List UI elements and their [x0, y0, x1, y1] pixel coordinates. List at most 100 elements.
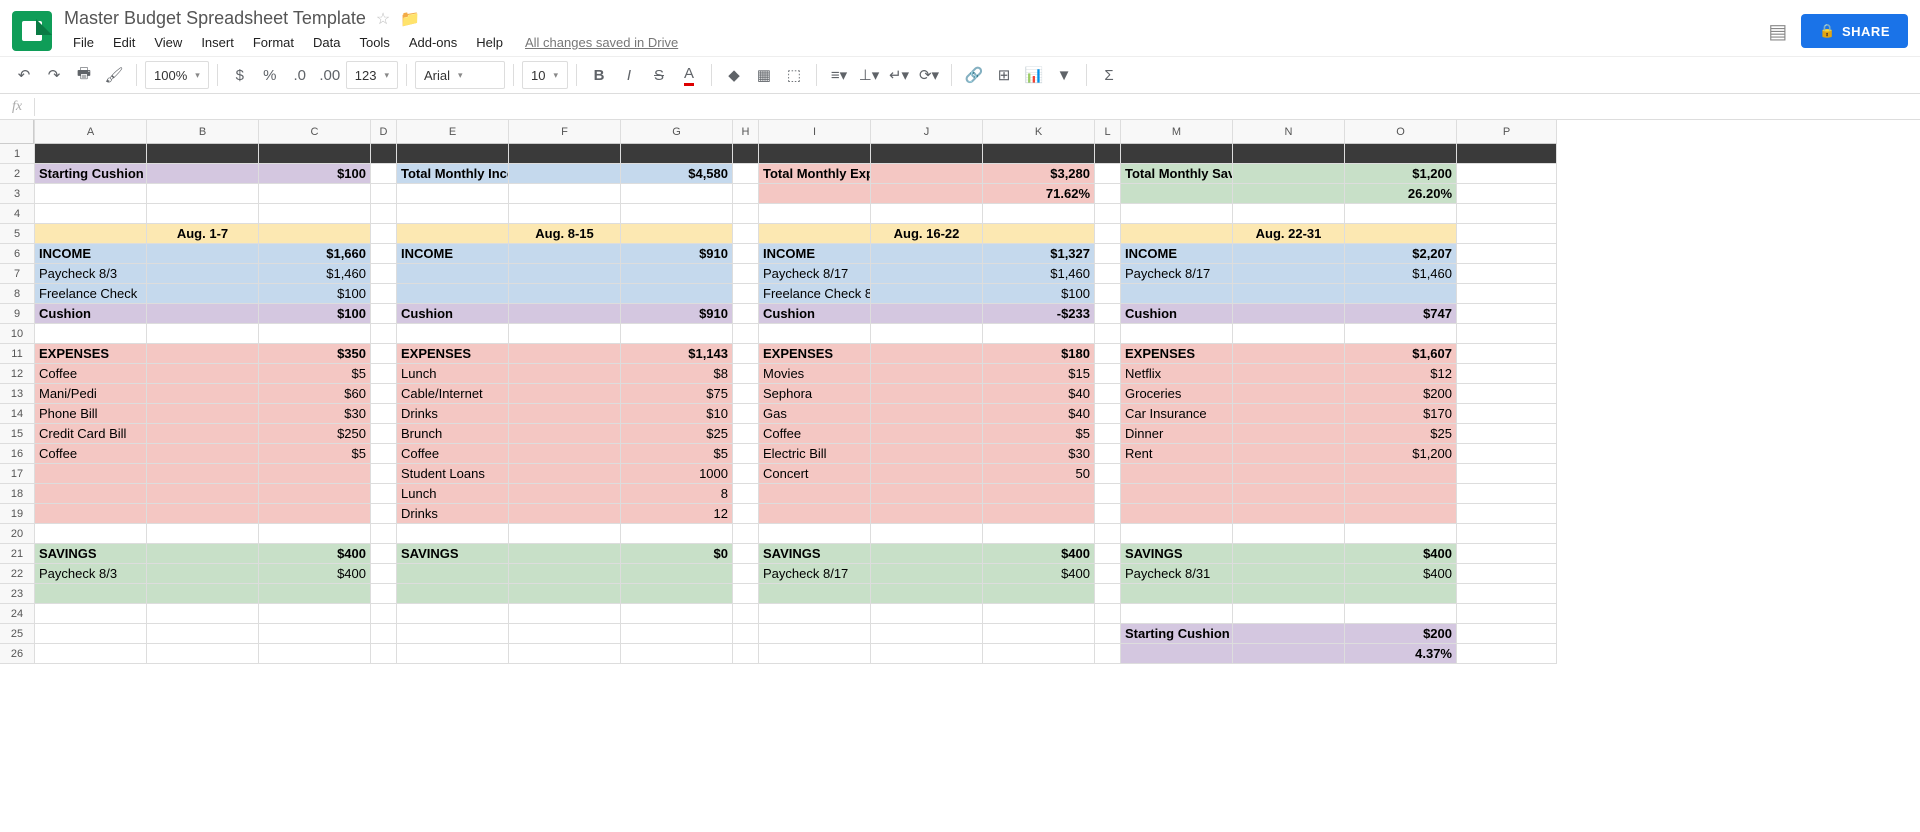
cell[interactable] — [259, 584, 371, 604]
comment-icon[interactable]: ⊞ — [990, 61, 1018, 89]
cell[interactable] — [371, 424, 397, 444]
rotate-icon[interactable]: ⟳▾ — [915, 61, 943, 89]
cell[interactable] — [733, 484, 759, 504]
cell[interactable]: $1,460 — [983, 264, 1095, 284]
cell[interactable] — [509, 484, 621, 504]
row-header[interactable]: 10 — [0, 324, 34, 344]
cell[interactable] — [733, 364, 759, 384]
cell[interactable] — [397, 264, 509, 284]
cell[interactable] — [1345, 324, 1457, 344]
increase-decimal-icon[interactable]: .00 — [316, 61, 344, 89]
cell[interactable] — [1233, 244, 1345, 264]
cell[interactable] — [1457, 284, 1557, 304]
cell[interactable] — [147, 284, 259, 304]
cell[interactable]: Coffee — [397, 444, 509, 464]
cell[interactable]: Credit Card Bill — [35, 424, 147, 444]
cell[interactable] — [35, 184, 147, 204]
cell[interactable] — [397, 324, 509, 344]
cell[interactable] — [871, 484, 983, 504]
cell[interactable] — [1457, 424, 1557, 444]
cell[interactable]: $10 — [621, 404, 733, 424]
cell[interactable] — [397, 204, 509, 224]
font-select[interactable]: Arial — [415, 61, 505, 89]
cell[interactable] — [1233, 584, 1345, 604]
cell[interactable] — [147, 324, 259, 344]
cell[interactable] — [509, 644, 621, 664]
cell[interactable] — [1233, 644, 1345, 664]
col-header[interactable]: N — [1233, 120, 1345, 144]
cell[interactable]: 50 — [983, 464, 1095, 484]
cell[interactable] — [871, 584, 983, 604]
col-header[interactable]: I — [759, 120, 871, 144]
cell[interactable] — [1457, 224, 1557, 244]
cell[interactable] — [259, 504, 371, 524]
cell[interactable] — [871, 564, 983, 584]
cell[interactable] — [871, 244, 983, 264]
cell[interactable] — [1233, 404, 1345, 424]
cell[interactable] — [509, 164, 621, 184]
cell[interactable] — [1457, 164, 1557, 184]
cell[interactable] — [1457, 204, 1557, 224]
cell[interactable] — [1095, 644, 1121, 664]
cell[interactable] — [733, 144, 759, 164]
cell[interactable]: Freelance Check 8/22 — [759, 284, 871, 304]
cell[interactable]: SAVINGS — [1121, 544, 1233, 564]
cell[interactable] — [733, 264, 759, 284]
cell[interactable] — [147, 344, 259, 364]
cell[interactable]: $2,207 — [1345, 244, 1457, 264]
row-header[interactable]: 1 — [0, 144, 34, 164]
cell[interactable] — [371, 244, 397, 264]
cell[interactable]: $250 — [259, 424, 371, 444]
cell[interactable] — [1457, 504, 1557, 524]
cell[interactable]: Coffee — [759, 424, 871, 444]
cell[interactable] — [871, 424, 983, 444]
cell[interactable] — [1233, 444, 1345, 464]
cell[interactable] — [1095, 564, 1121, 584]
cell[interactable] — [147, 644, 259, 664]
cell[interactable]: $400 — [259, 544, 371, 564]
cell[interactable] — [1345, 284, 1457, 304]
cell[interactable] — [259, 624, 371, 644]
cell[interactable] — [871, 264, 983, 284]
cell[interactable]: $30 — [259, 404, 371, 424]
cell[interactable] — [371, 204, 397, 224]
cell[interactable]: Coffee — [35, 444, 147, 464]
row-header[interactable]: 20 — [0, 524, 34, 544]
cell[interactable]: SAVINGS — [397, 544, 509, 564]
row-header[interactable]: 26 — [0, 644, 34, 664]
cell[interactable]: Lunch — [397, 484, 509, 504]
cell[interactable] — [1233, 504, 1345, 524]
currency-icon[interactable]: $ — [226, 61, 254, 89]
col-header[interactable]: E — [397, 120, 509, 144]
cell[interactable] — [35, 144, 147, 164]
cell[interactable] — [509, 344, 621, 364]
cell[interactable]: $910 — [621, 304, 733, 324]
row-header[interactable]: 5 — [0, 224, 34, 244]
cell[interactable] — [733, 504, 759, 524]
filter-icon[interactable]: ▼ — [1050, 61, 1078, 89]
cell[interactable]: $100 — [259, 284, 371, 304]
cell[interactable] — [871, 644, 983, 664]
cell[interactable] — [759, 144, 871, 164]
cell[interactable] — [1345, 484, 1457, 504]
cell[interactable] — [147, 204, 259, 224]
cell[interactable] — [1095, 144, 1121, 164]
cell[interactable]: $1,200 — [1345, 164, 1457, 184]
cell[interactable] — [371, 604, 397, 624]
cell[interactable]: Starting Cushion 8/1 — [35, 164, 147, 184]
save-status[interactable]: All changes saved in Drive — [525, 35, 678, 50]
cell[interactable] — [371, 624, 397, 644]
fill-color-icon[interactable]: ◆ — [720, 61, 748, 89]
cell[interactable] — [759, 584, 871, 604]
cell[interactable] — [871, 204, 983, 224]
cell[interactable]: EXPENSES — [35, 344, 147, 364]
cell[interactable] — [871, 304, 983, 324]
cell[interactable] — [983, 644, 1095, 664]
cell[interactable]: Cushion — [759, 304, 871, 324]
cell[interactable]: Dinner — [1121, 424, 1233, 444]
comments-icon[interactable]: ▤ — [1768, 19, 1787, 44]
cell[interactable] — [1095, 604, 1121, 624]
cell[interactable] — [147, 364, 259, 384]
cell[interactable] — [1233, 484, 1345, 504]
cell[interactable] — [871, 384, 983, 404]
